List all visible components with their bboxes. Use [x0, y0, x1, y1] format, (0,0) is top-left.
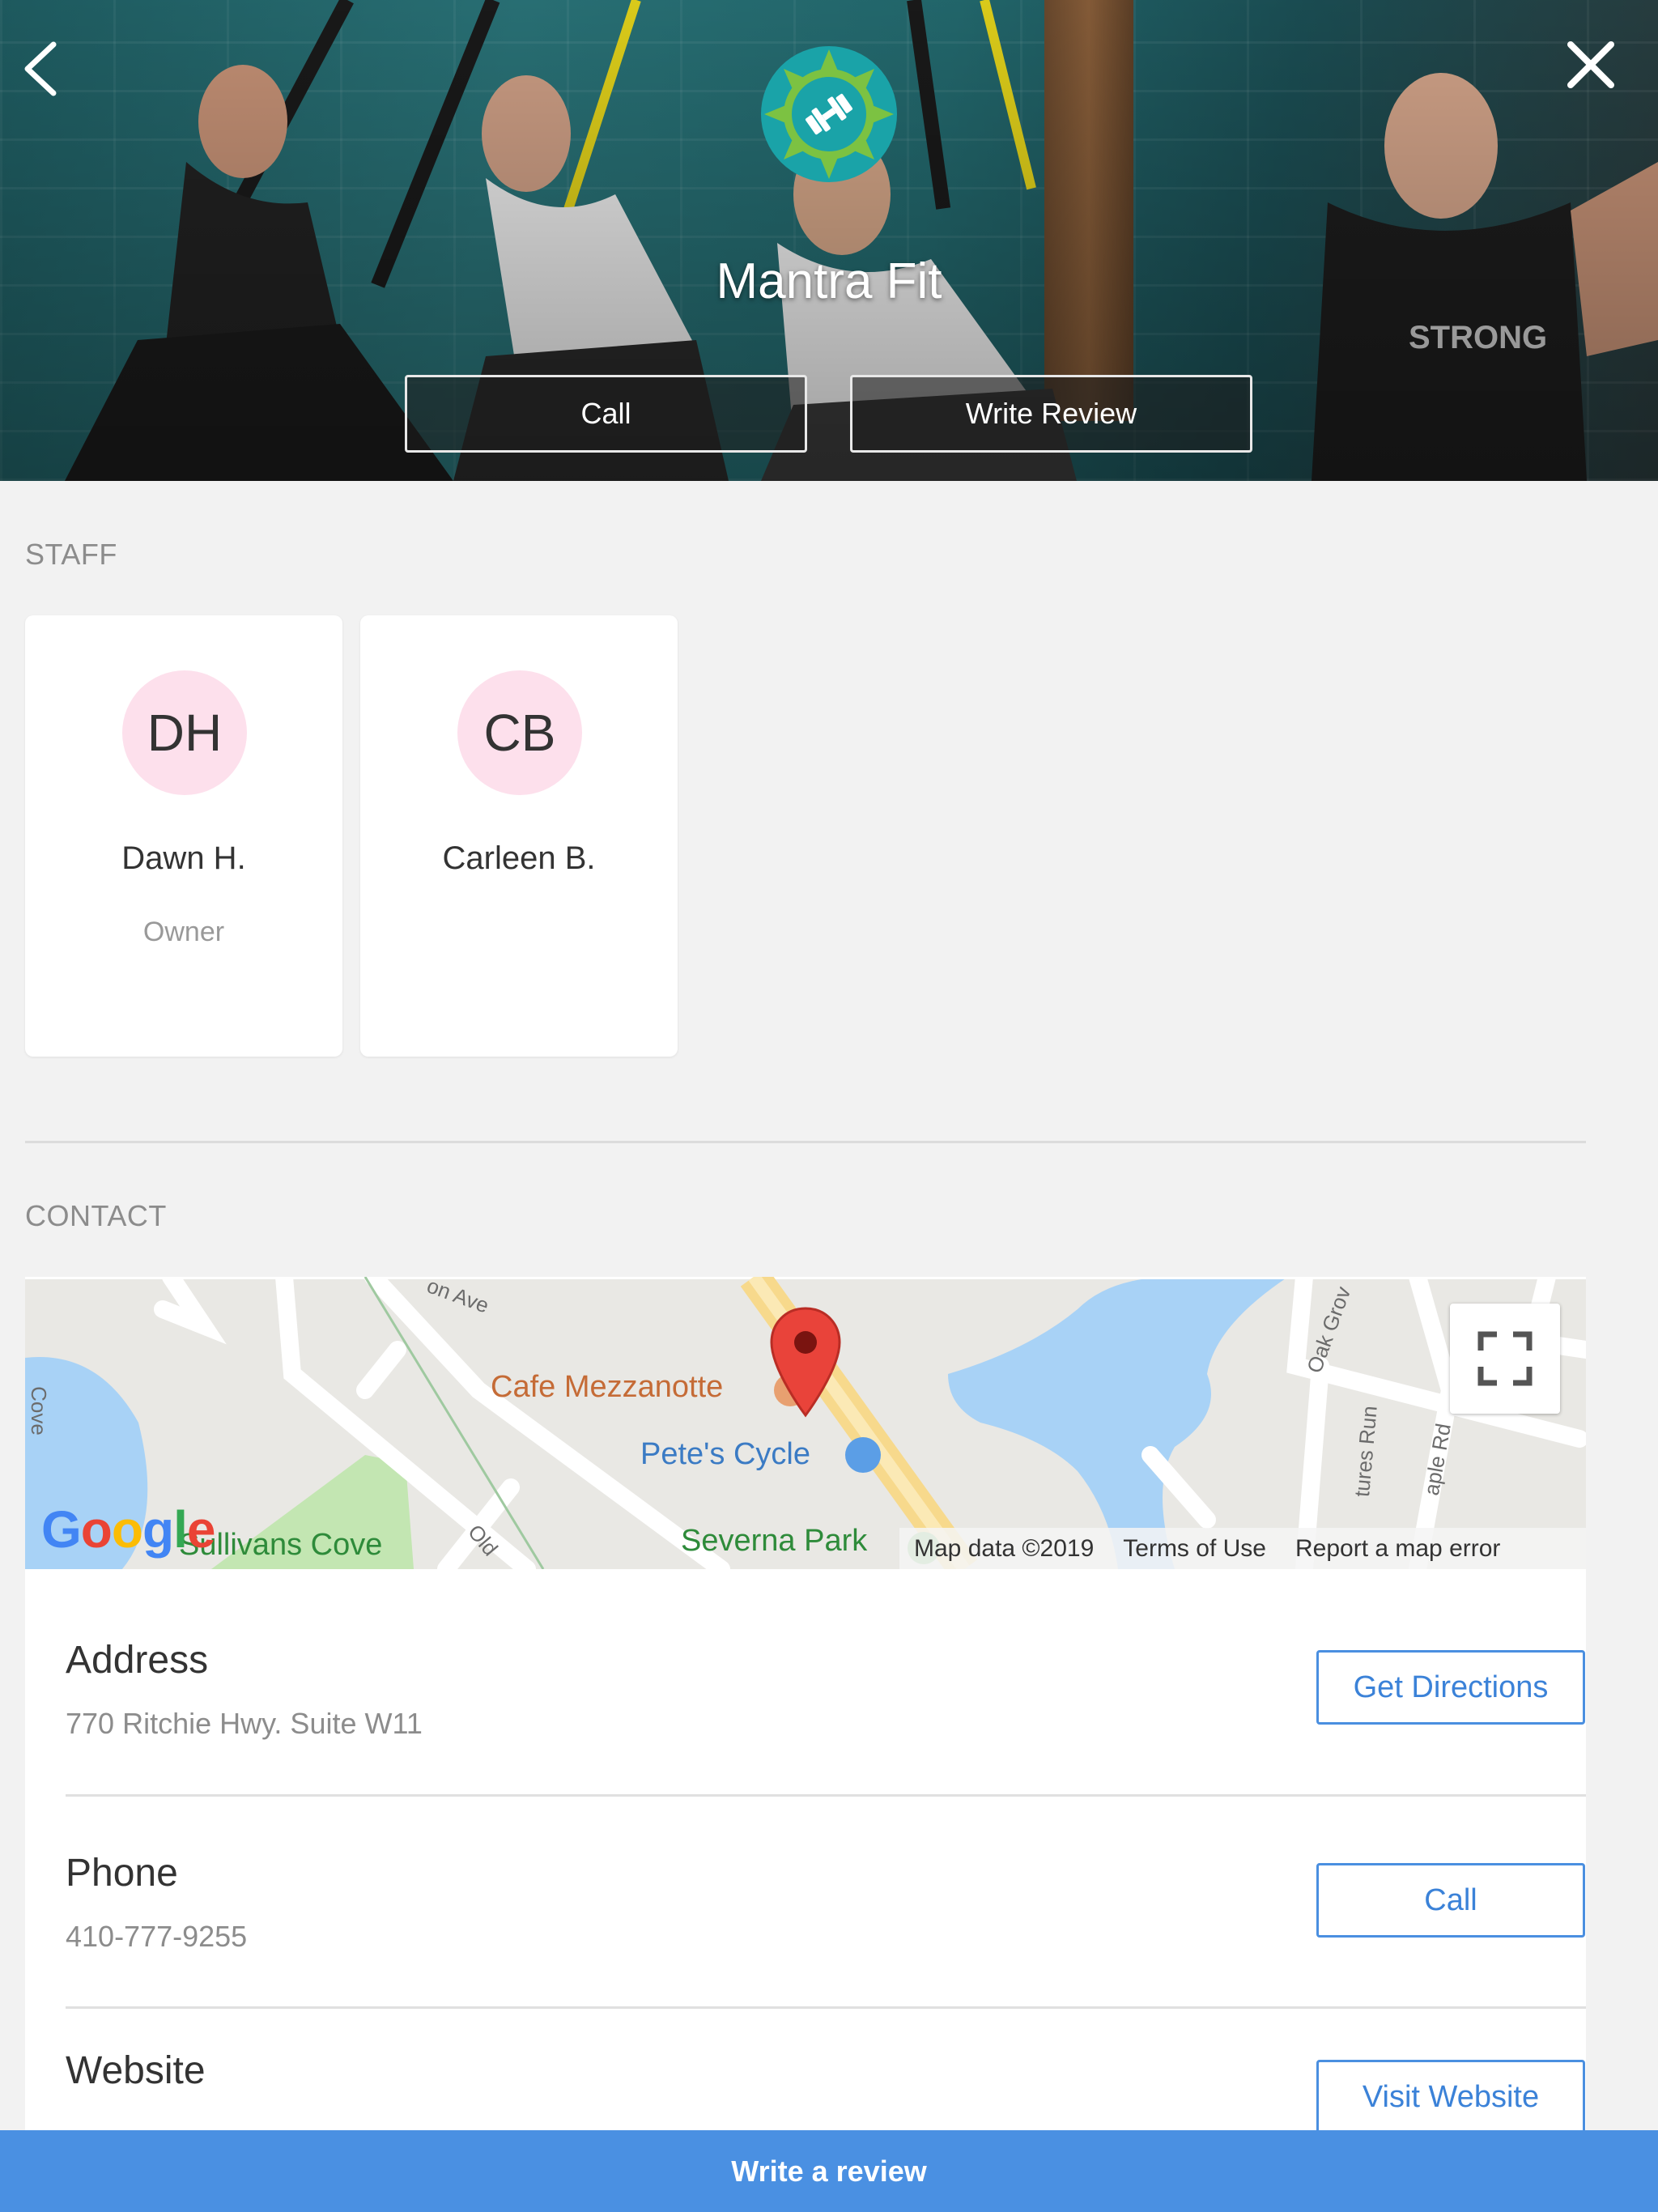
- close-button[interactable]: [1562, 36, 1619, 93]
- avatar: DH: [122, 670, 247, 795]
- map-pin-icon[interactable]: [768, 1305, 843, 1419]
- google-logo: Google: [41, 1500, 215, 1559]
- get-directions-button[interactable]: Get Directions: [1316, 1650, 1585, 1725]
- contact-label: Phone: [66, 1852, 178, 1895]
- contact-label: Address: [66, 1639, 209, 1682]
- back-button[interactable]: [16, 36, 65, 101]
- contact-value: 410-777-9255: [66, 1920, 248, 1953]
- dumbbell-logo-icon: [761, 46, 897, 182]
- call-button[interactable]: Call: [405, 375, 807, 453]
- map-data-text: Map data ©2019: [914, 1534, 1095, 1562]
- map-fullscreen-button[interactable]: [1450, 1304, 1560, 1414]
- fullscreen-icon: [1477, 1331, 1533, 1386]
- staff-role: Owner: [142, 917, 225, 947]
- business-name: Mantra Fit: [716, 253, 942, 309]
- call-phone-button[interactable]: Call: [1316, 1863, 1585, 1938]
- hero-banner: STRONG: [0, 0, 1658, 481]
- close-icon: [1567, 41, 1614, 88]
- staff-section-title: STAFF: [25, 538, 117, 571]
- staff-name: Dawn H.: [121, 840, 246, 876]
- map-label-cove: Cove: [26, 1386, 51, 1436]
- avatar: CB: [457, 670, 582, 795]
- map-label-severna: Severna Park: [681, 1524, 868, 1558]
- terms-of-use-link[interactable]: Terms of Use: [1108, 1535, 1281, 1563]
- staff-card[interactable]: DH Dawn H. Owner: [25, 615, 342, 1057]
- map-label-cycle: Pete's Cycle: [640, 1437, 811, 1471]
- contact-section-title: CONTACT: [25, 1199, 167, 1232]
- business-logo: [759, 45, 899, 184]
- visit-website-button[interactable]: Visit Website: [1316, 2060, 1585, 2134]
- staff-card[interactable]: CB Carleen B.: [360, 615, 678, 1057]
- report-map-error-link[interactable]: Report a map error: [1281, 1535, 1515, 1563]
- chevron-left-icon: [24, 41, 57, 96]
- contact-panel: Address 770 Ritchie Hwy. Suite W11 Get D…: [25, 1569, 1586, 2136]
- staff-name: Carleen B.: [442, 840, 596, 876]
- map-label-cafe: Cafe Mezzanotte: [491, 1370, 724, 1404]
- contact-value: 770 Ritchie Hwy. Suite W11: [66, 1707, 423, 1740]
- contact-label: Website: [66, 2049, 206, 2092]
- map-attribution: Map data ©2019 Terms of Use Report a map…: [899, 1528, 1586, 1569]
- write-a-review-button[interactable]: Write a review: [0, 2130, 1658, 2212]
- section-divider: [25, 1141, 1586, 1143]
- write-review-button[interactable]: Write Review: [850, 375, 1252, 453]
- location-map[interactable]: Cafe Mezzanotte Pete's Cycle Sullivans C…: [25, 1277, 1586, 1569]
